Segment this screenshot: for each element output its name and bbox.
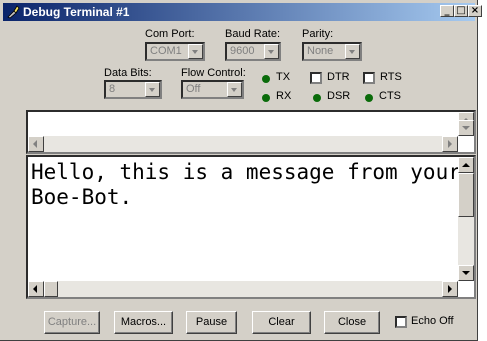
transmit-scroll-down-icon[interactable] — [458, 120, 474, 136]
transmit-scroll-left-icon[interactable] — [28, 136, 44, 152]
receive-scroll-up-icon[interactable] — [458, 157, 474, 173]
capture-button[interactable]: Capture... — [44, 311, 100, 334]
receive-scroll-right-icon[interactable] — [442, 281, 458, 297]
echo-off-label: Echo Off — [411, 315, 454, 327]
receive-vertical-scrollbar[interactable] — [458, 157, 474, 281]
parity-dropdown-icon[interactable] — [345, 44, 360, 59]
window-title: Debug Terminal #1 — [23, 5, 130, 19]
tx-led-icon — [262, 75, 270, 83]
baud-rate-value: 9600 — [230, 45, 255, 57]
close-window-button[interactable]: × — [468, 5, 482, 17]
rx-label: RX — [276, 90, 292, 102]
parity-select[interactable]: None — [302, 42, 362, 61]
dtr-label: DTR — [327, 71, 350, 83]
debug-terminal-window: Debug Terminal #1 _ □ × Com Port: COM1 B… — [0, 0, 482, 341]
baud-rate-dropdown-icon[interactable] — [264, 44, 279, 59]
receive-pane[interactable]: Hello, this is a message from your Boe-B… — [26, 155, 476, 299]
rts-label: RTS — [380, 71, 402, 83]
receive-horizontal-scrollbar[interactable] — [28, 281, 458, 297]
baud-rate-select[interactable]: 9600 — [225, 42, 281, 61]
data-bits-dropdown-icon[interactable] — [145, 82, 160, 97]
rx-led-icon — [262, 94, 270, 102]
tx-label: TX — [276, 71, 291, 83]
parity-label: Parity: — [302, 28, 334, 40]
receive-scroll-down-icon[interactable] — [458, 265, 474, 281]
transmit-vertical-scrollbar[interactable] — [458, 112, 474, 136]
flow-control-select[interactable]: Off — [181, 80, 244, 99]
flow-control-label: Flow Control: — [181, 67, 246, 79]
data-bits-select[interactable]: 8 — [104, 80, 162, 99]
baud-rate-label: Baud Rate: — [225, 28, 281, 40]
data-bits-label: Data Bits: — [104, 67, 152, 79]
dsr-led-icon — [313, 94, 321, 102]
dtr-checkbox[interactable] — [310, 72, 322, 84]
data-bits-value: 8 — [109, 83, 116, 95]
macros-button[interactable]: Macros... — [114, 311, 173, 334]
receive-text: Hello, this is a message from your Boe-B… — [31, 160, 461, 209]
rts-checkbox[interactable] — [363, 72, 375, 84]
receive-vertical-thumb[interactable] — [458, 173, 474, 217]
flow-control-value: Off — [186, 83, 201, 95]
cts-led-icon — [365, 94, 373, 102]
transmit-horizontal-scrollbar[interactable] — [28, 136, 458, 152]
com-port-label: Com Port: — [145, 28, 195, 40]
terminal-app-icon — [7, 5, 20, 19]
transmit-scroll-right-icon[interactable] — [442, 136, 458, 152]
dsr-label: DSR — [327, 90, 351, 102]
com-port-dropdown-icon[interactable] — [188, 44, 203, 59]
com-port-select[interactable]: COM1 — [145, 42, 205, 61]
receive-horizontal-thumb[interactable] — [44, 281, 58, 297]
parity-value: None — [307, 45, 334, 57]
transmit-pane[interactable] — [26, 110, 476, 154]
pause-button[interactable]: Pause — [186, 311, 237, 334]
minimize-button[interactable]: _ — [440, 5, 454, 17]
flow-control-dropdown-icon[interactable] — [227, 82, 242, 97]
com-port-value: COM1 — [150, 45, 182, 57]
receive-scroll-left-icon[interactable] — [28, 281, 44, 297]
clear-button[interactable]: Clear — [252, 311, 311, 334]
maximize-button[interactable]: □ — [454, 5, 468, 17]
close-button[interactable]: Close — [324, 311, 380, 334]
title-bar[interactable]: Debug Terminal #1 _ □ × — [3, 3, 482, 21]
echo-off-checkbox[interactable] — [395, 316, 407, 328]
cts-label: CTS — [379, 90, 401, 102]
